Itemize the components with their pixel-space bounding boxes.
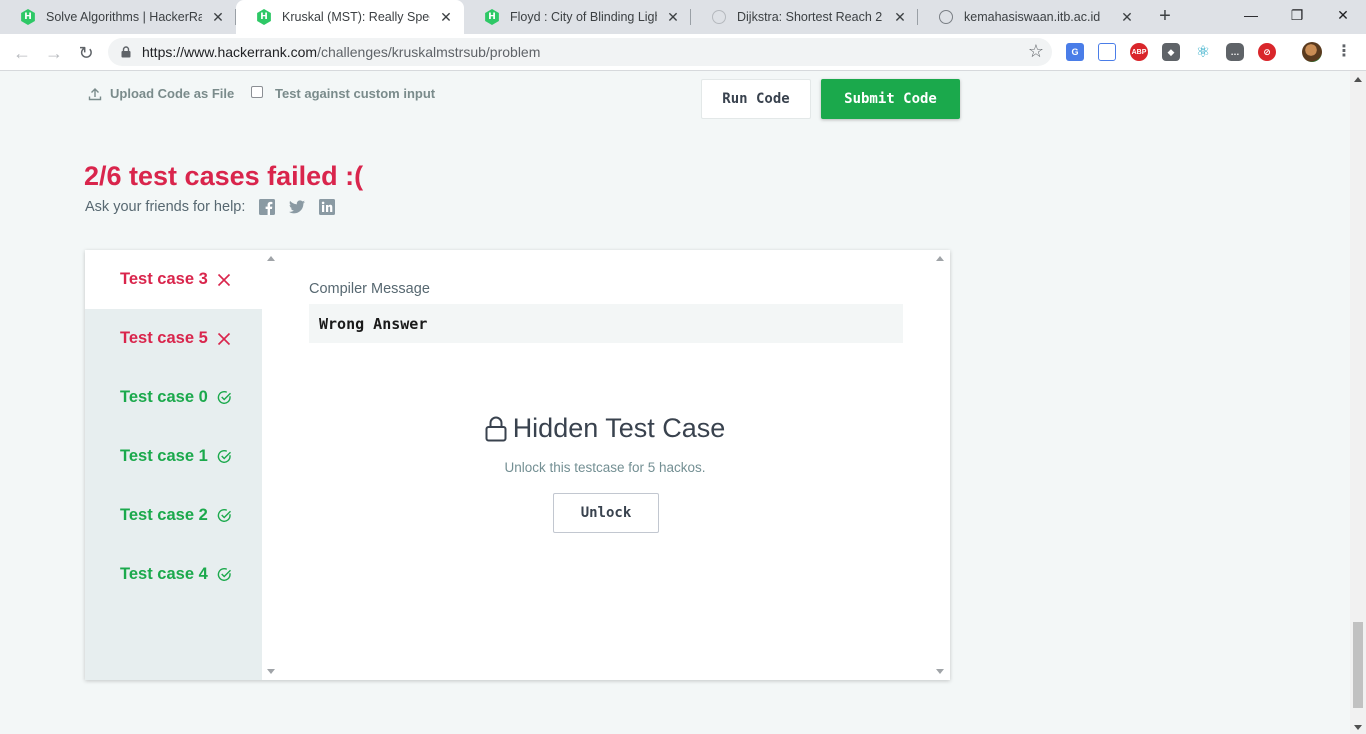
- bookmark-star-icon[interactable]: ☆: [1028, 41, 1044, 62]
- upload-code-link[interactable]: Upload Code as File: [88, 86, 234, 101]
- test-case-tab[interactable]: Test case 5: [85, 309, 262, 368]
- close-icon[interactable]: ✕: [1119, 9, 1135, 26]
- url-path: /challenges/kruskalmstrsub/problem: [317, 44, 541, 60]
- hackerrank-icon: H: [20, 9, 36, 25]
- browser-menu-icon[interactable]: ⋮: [1336, 42, 1352, 62]
- reload-icon[interactable]: ↻: [74, 41, 98, 65]
- page-content: Upload Code as File Test against custom …: [0, 71, 1350, 734]
- browser-tab[interactable]: H Floyd : City of Blinding Lights | ✕: [464, 0, 691, 34]
- close-icon[interactable]: ✕: [438, 9, 454, 26]
- minimize-icon[interactable]: —: [1228, 0, 1274, 30]
- unlock-button[interactable]: Unlock: [553, 493, 659, 533]
- lock-icon: [121, 46, 131, 58]
- custom-input-option[interactable]: Test against custom input: [251, 85, 436, 101]
- close-icon[interactable]: ✕: [665, 9, 681, 26]
- lightbulb-extension-icon[interactable]: ◆: [1162, 43, 1180, 61]
- upload-icon: [88, 87, 102, 100]
- test-case-tab[interactable]: Test case 0: [85, 368, 262, 427]
- globe-icon: [711, 9, 727, 25]
- page-scrollbar-thumb[interactable]: [1353, 622, 1363, 708]
- facebook-icon[interactable]: [259, 199, 276, 215]
- browser-tab-bar: H Solve Algorithms | HackerRank ✕ H Krus…: [0, 0, 1366, 34]
- browser-tab[interactable]: kemahasiswaan.itb.ac.id ✕: [918, 0, 1145, 34]
- pass-check-icon: [217, 449, 232, 464]
- fail-cross-icon: [217, 331, 232, 346]
- forward-icon[interactable]: →: [42, 41, 66, 65]
- compiler-message-output: Wrong Answer: [309, 304, 903, 343]
- custom-input-label: Test against custom input: [275, 86, 436, 101]
- test-case-tab[interactable]: Test case 2: [85, 486, 262, 545]
- page-scrollbar[interactable]: [1350, 71, 1366, 734]
- hackerrank-icon: H: [484, 9, 500, 25]
- test-case-tab[interactable]: Test case 4: [85, 545, 262, 604]
- compiler-message-label: Compiler Message: [309, 281, 430, 297]
- test-case-label: Test case 1: [120, 447, 208, 465]
- address-bar[interactable]: https://www.hackerrank.com/challenges/kr…: [108, 38, 1052, 66]
- test-case-detail: Compiler Message Wrong Answer Hidden Tes…: [278, 250, 932, 680]
- test-case-tab[interactable]: Test case 3: [85, 250, 262, 309]
- test-list-scrollbar[interactable]: [263, 250, 279, 680]
- test-case-list: Test case 3 Test case 5 Test case 0 Test…: [85, 250, 262, 680]
- block-extension-icon[interactable]: ⊘: [1258, 43, 1276, 61]
- padlock-icon: [485, 416, 507, 441]
- tab-title: kemahasiswaan.itb.ac.id: [964, 10, 1101, 24]
- unlock-description: Unlock this testcase for 5 hackos.: [504, 460, 706, 475]
- test-case-label: Test case 2: [120, 506, 208, 524]
- profile-avatar[interactable]: [1302, 42, 1322, 62]
- close-icon[interactable]: ✕: [892, 9, 908, 26]
- test-results-panel: Test case 3 Test case 5 Test case 0 Test…: [85, 250, 950, 680]
- pass-check-icon: [217, 390, 232, 405]
- pass-check-icon: [217, 567, 232, 582]
- globe-icon: [938, 9, 954, 25]
- browser-tab[interactable]: Dijkstra: Shortest Reach 2 | Hac ✕: [691, 0, 918, 34]
- hackerrank-icon: H: [256, 9, 272, 25]
- hidden-test-case-heading: Hidden Test Case: [278, 413, 932, 444]
- translate-extension-icon[interactable]: G: [1066, 43, 1084, 61]
- test-case-label: Test case 3: [120, 270, 208, 288]
- linkedin-icon[interactable]: [319, 199, 336, 215]
- new-tab-icon[interactable]: +: [1155, 6, 1175, 26]
- react-extension-icon[interactable]: ⚛: [1194, 43, 1212, 61]
- tab-title: Solve Algorithms | HackerRank: [46, 10, 202, 24]
- browser-toolbar: ← → ↻ https://www.hackerrank.com/challen…: [0, 34, 1366, 71]
- twitter-icon[interactable]: [289, 199, 306, 215]
- browser-tab-active[interactable]: H Kruskal (MST): Really Special Su ✕: [236, 0, 464, 34]
- fail-cross-icon: [217, 272, 232, 287]
- custom-input-checkbox[interactable]: [251, 85, 263, 98]
- chat-extension-icon[interactable]: …: [1226, 43, 1244, 61]
- url-text: https://www.hackerrank.com/challenges/kr…: [142, 44, 540, 60]
- adblock-extension-icon[interactable]: ABP: [1130, 43, 1148, 61]
- url-host: https://www.hackerrank.com: [142, 44, 318, 60]
- run-code-button[interactable]: Run Code: [701, 79, 811, 119]
- tab-title: Floyd : City of Blinding Lights |: [510, 10, 657, 24]
- restore-icon[interactable]: ❐: [1274, 0, 1320, 30]
- docs-extension-icon[interactable]: [1098, 43, 1116, 61]
- detail-scrollbar[interactable]: [932, 250, 948, 680]
- result-title: 2/6 test cases failed :(: [84, 161, 364, 191]
- test-case-label: Test case 0: [120, 388, 208, 406]
- test-case-label: Test case 4: [120, 565, 208, 583]
- close-icon[interactable]: ✕: [210, 9, 226, 26]
- submit-code-button[interactable]: Submit Code: [821, 79, 960, 119]
- hidden-test-case-title: Hidden Test Case: [512, 413, 726, 443]
- share-row: Ask your friends for help:: [85, 199, 336, 215]
- test-case-label: Test case 5: [120, 329, 208, 347]
- browser-tab[interactable]: H Solve Algorithms | HackerRank ✕: [0, 0, 236, 34]
- back-icon[interactable]: ←: [10, 41, 34, 65]
- tab-title: Dijkstra: Shortest Reach 2 | Hac: [737, 10, 884, 24]
- share-label: Ask your friends for help:: [85, 199, 246, 215]
- pass-check-icon: [217, 508, 232, 523]
- tab-title: Kruskal (MST): Really Special Su: [282, 10, 430, 24]
- test-case-tab[interactable]: Test case 1: [85, 427, 262, 486]
- window-close-icon[interactable]: ✕: [1320, 0, 1366, 30]
- upload-label: Upload Code as File: [110, 86, 235, 101]
